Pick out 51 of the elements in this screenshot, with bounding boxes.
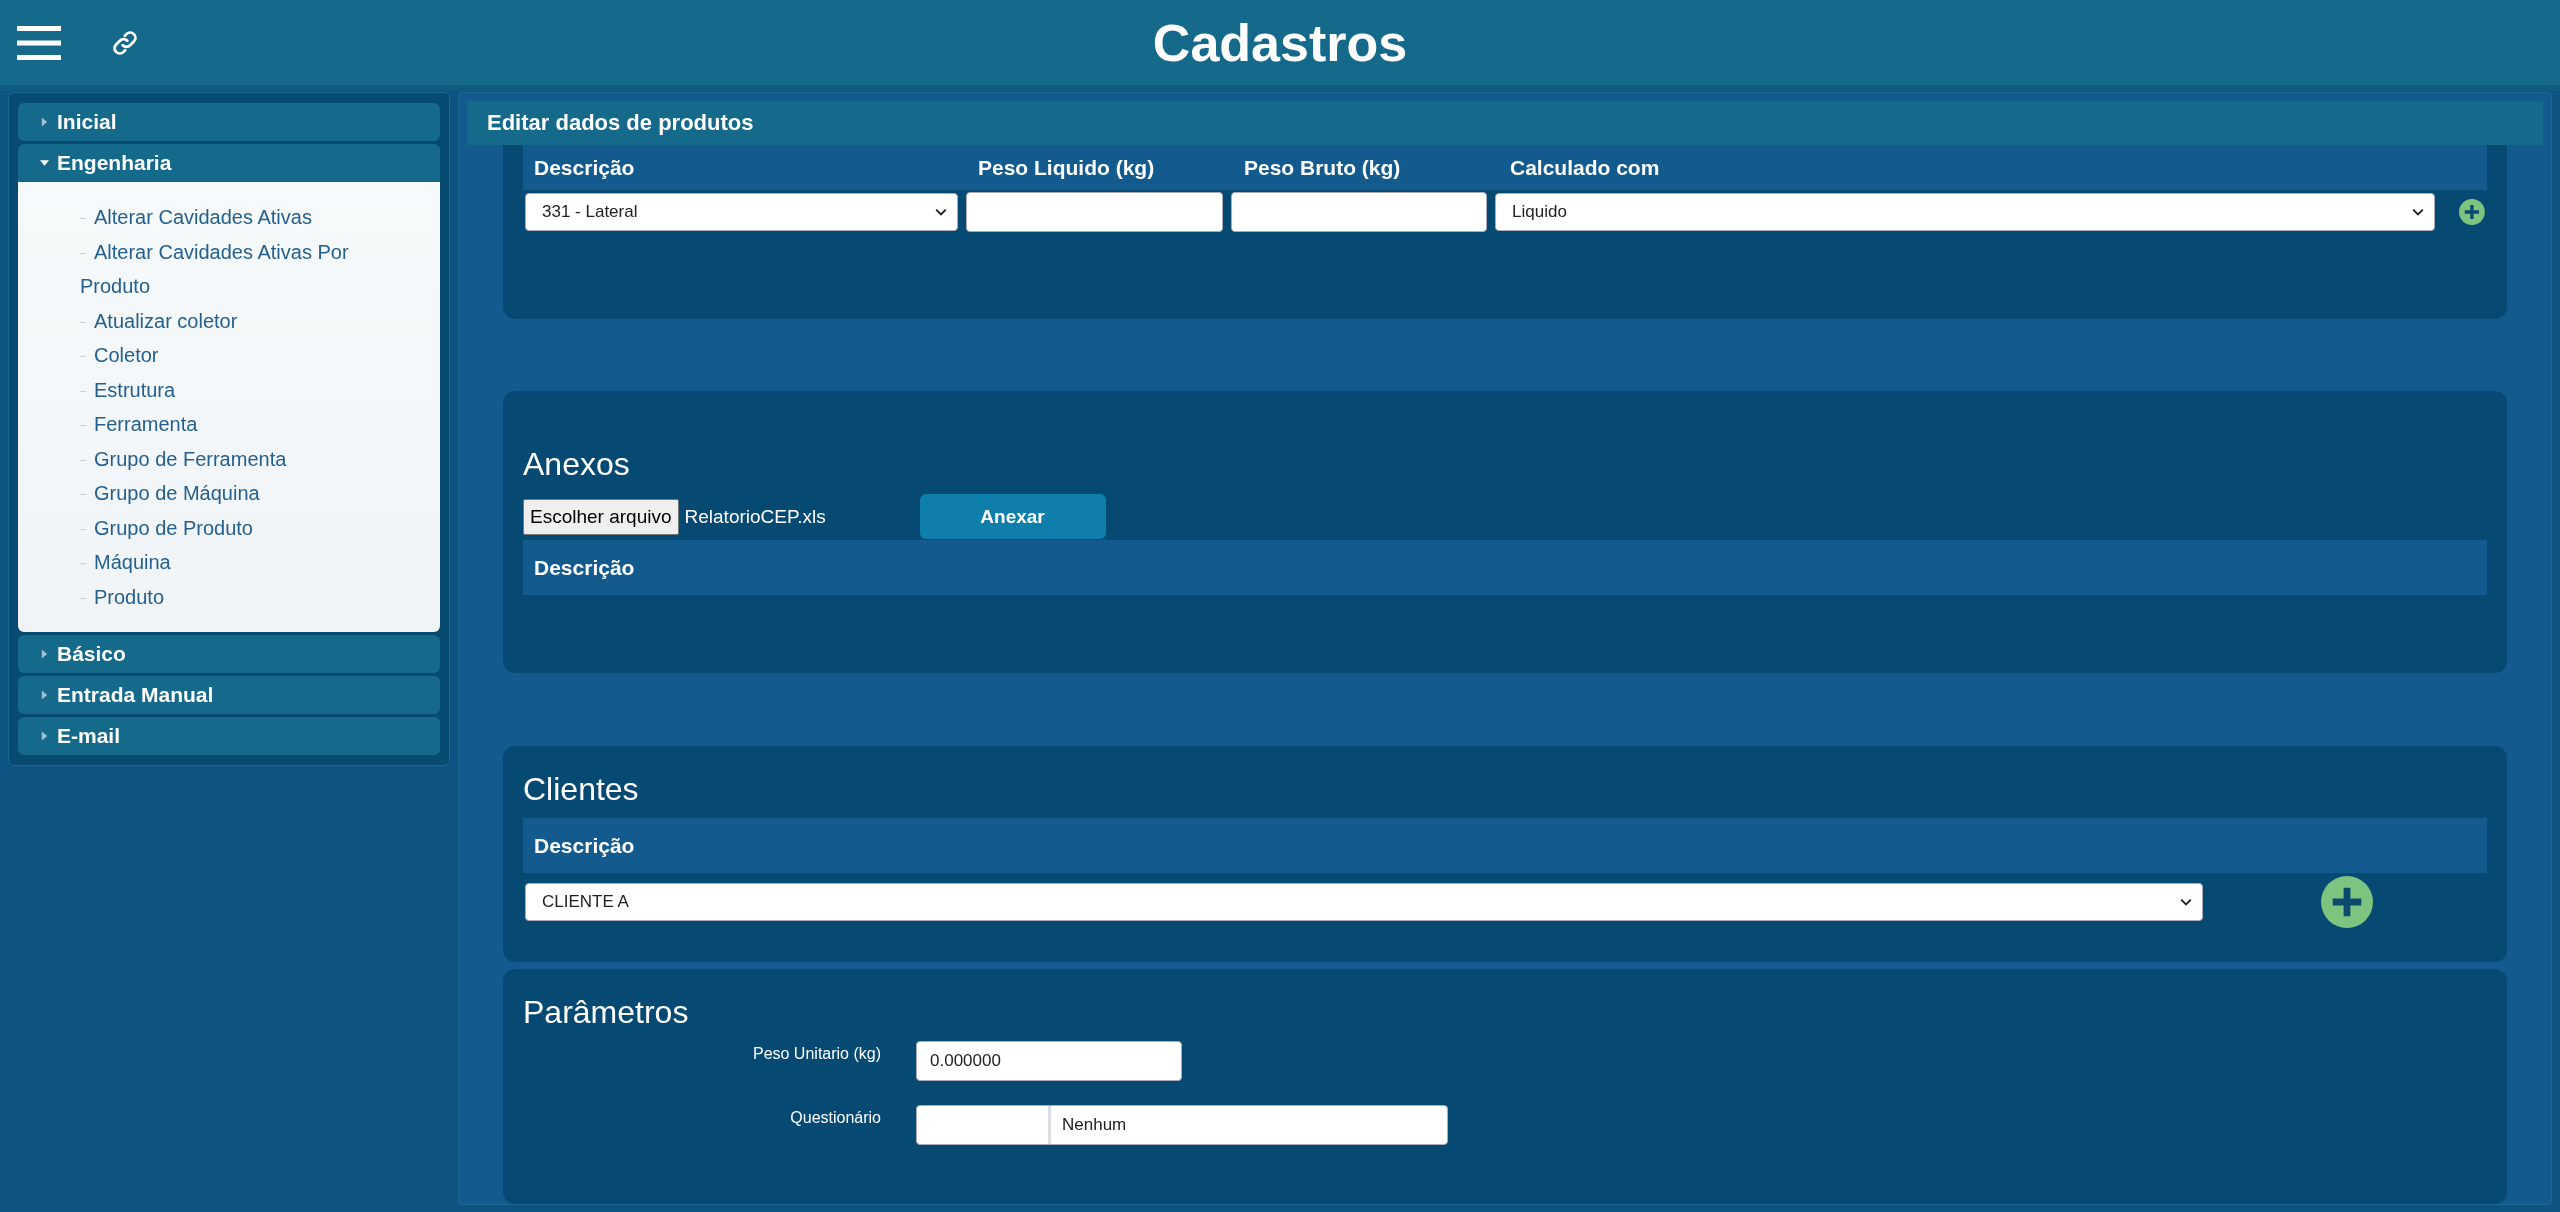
panel-title: Editar dados de produtos [487,110,754,136]
page-title: Cadastros [1152,13,1408,72]
caret-icon [2180,898,2192,906]
section-title: Parâmetros [523,993,689,1030]
caret-icon [935,208,948,216]
sidebar-section[interactable]: Inicial [18,103,440,141]
net-weight-field[interactable] [966,192,1223,232]
field-label: Peso Unitario (kg) [752,1044,881,1062]
sidebar-item[interactable]: Grupo de Produto [80,510,360,545]
caret-icon [40,690,49,700]
sidebar-item[interactable]: Grupo de Máquina [80,476,360,511]
sidebar-item[interactable]: Estrutura [80,372,360,407]
sidebar-section[interactable]: Básico [18,635,440,673]
add-icon[interactable] [2321,876,2373,928]
sidebar-item[interactable]: Coletor [80,338,360,373]
sidebar-item[interactable]: Grupo de Ferramenta [80,441,360,476]
choose-file-button[interactable]: Escolher arquivo [523,498,679,535]
lookup-field[interactable]: Nenhum [916,1104,1448,1145]
sidebar-item[interactable]: Atualizar coletor [80,303,360,338]
sidebar-item[interactable]: Máquina [80,545,360,580]
sidebar-item[interactable]: Alterar Cavidades Ativas [80,200,360,235]
caret-icon [2412,208,2425,216]
add-icon[interactable] [2459,199,2485,225]
column-header: Peso Bruto (kg) [1244,155,1401,179]
column-header: Calculado com [1510,155,1660,179]
sidebar-item[interactable]: Alterar Cavidades Ativas Por Produto [80,234,360,304]
column-header: Descrição [534,155,635,179]
gross-weight-field[interactable] [1230,192,1488,232]
attach-button[interactable]: Anexar [919,494,1106,540]
client-select[interactable]: CLIENTE A [525,883,2203,921]
file-name: RelatorioCEP.xls [684,505,827,528]
product-select[interactable]: 331 - Lateral [525,193,959,231]
sidebar-item[interactable]: Ferramenta [80,407,360,442]
caret-icon [40,649,49,659]
column-header: Descrição [534,555,635,579]
input-field[interactable]: 0.000000 [916,1040,1182,1081]
sidebar-section[interactable]: Engenharia [18,144,440,182]
link-icon[interactable] [111,28,139,57]
column-header: Descrição [534,833,635,857]
calculation-select[interactable]: Liquido [1495,193,2436,231]
caret-icon [40,158,49,168]
sidebar-item[interactable]: Produto [80,579,360,614]
field-label: Questionário [790,1108,881,1126]
caret-icon [40,117,49,127]
sidebar-section[interactable]: Entrada Manual [18,676,440,714]
section-title: Clientes [523,771,639,807]
caret-icon [40,731,49,741]
section-title: Anexos [523,446,630,483]
menu-icon[interactable] [17,25,61,60]
column-header: Peso Liquido (kg) [978,155,1155,179]
sidebar-section[interactable]: E-mail [18,717,440,755]
